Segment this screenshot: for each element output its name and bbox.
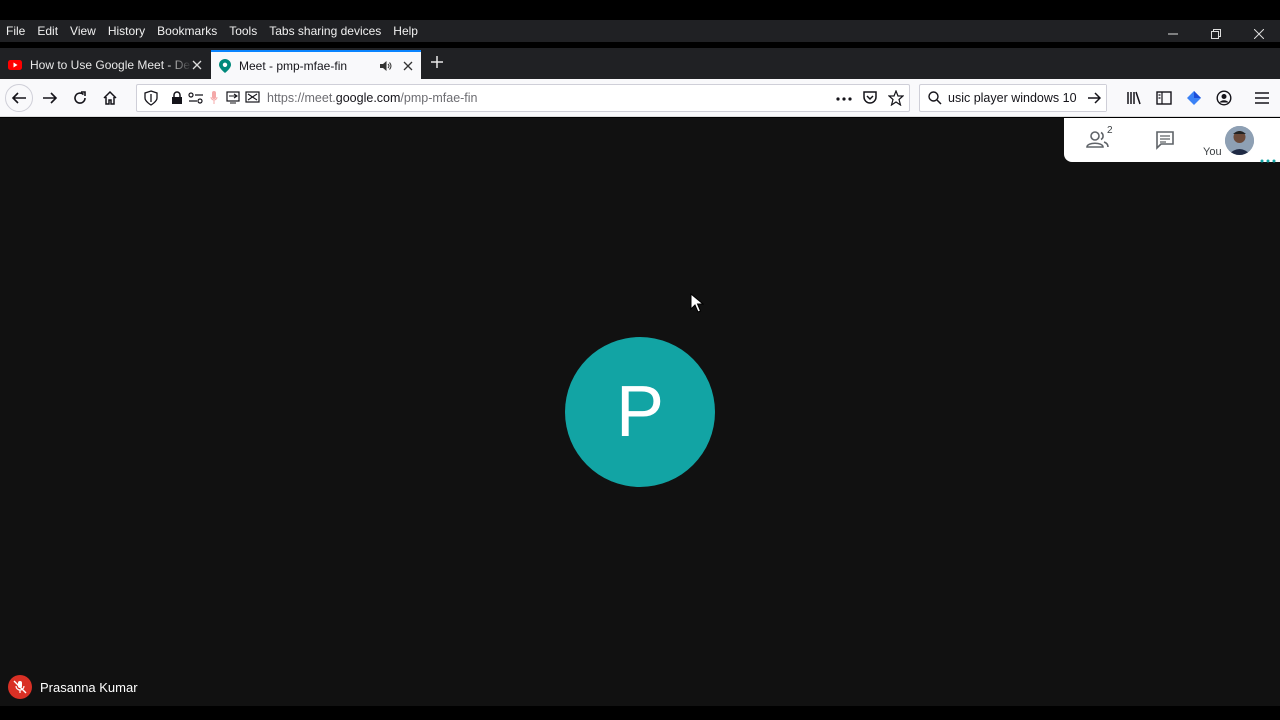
menu-tabs-sharing-devices[interactable]: Tabs sharing devices [263,20,387,42]
menu-view[interactable]: View [64,20,102,42]
menu-file[interactable]: File [0,20,31,42]
library-icon [1127,91,1141,105]
chat-icon [1156,131,1174,150]
account-button[interactable] [1211,86,1237,110]
library-button[interactable] [1121,86,1147,110]
url-prefix: https://meet. [267,91,336,105]
shield-icon[interactable] [144,90,158,106]
tab-bar: How to Use Google Meet - Detailed Meet -… [0,48,1280,79]
close-icon [1253,29,1264,39]
new-tab-button[interactable] [426,51,448,73]
back-arrow-icon [11,92,26,104]
menu-history[interactable]: History [102,20,151,42]
meet-top-panel: 2 You [1064,118,1280,163]
mic-off-badge [8,675,32,699]
star-icon[interactable] [888,90,904,106]
participant-avatar: P [565,337,715,487]
app-menu-button[interactable] [1249,86,1275,110]
back-button[interactable] [5,84,33,112]
self-avatar[interactable] [1225,126,1254,155]
pocket-icon[interactable] [862,90,878,106]
page-actions-icon[interactable] [836,97,852,101]
tab-title: Meet - pmp-mfae-fin [239,58,348,73]
permissions-icon[interactable] [188,91,204,105]
close-tab-icon[interactable] [403,61,413,71]
minimize-icon [1167,33,1178,35]
user-photo-icon [1225,126,1254,155]
search-bar[interactable]: usic player windows 10 [919,84,1107,112]
chat-button[interactable] [1155,130,1175,155]
account-icon [1216,90,1232,106]
close-window-button[interactable] [1237,20,1280,48]
navigation-toolbar: https://meet.google.com/pmp-mfae-fin usi… [0,79,1280,117]
extension-diamond-icon [1187,91,1201,105]
lock-icon[interactable] [171,91,183,105]
more-dots-icon [1260,159,1276,163]
camera-share-icon[interactable] [245,91,261,105]
search-go-button[interactable] [1082,85,1106,111]
arrow-right-icon [1088,92,1101,104]
extension-button[interactable] [1181,86,1207,110]
sidebar-icon [1156,91,1172,105]
self-more-options[interactable] [1260,150,1276,168]
url-path: /pmp-mfae-fin [400,91,478,105]
participant-name: Prasanna Kumar [40,679,138,695]
plus-icon [431,56,443,68]
forward-button[interactable] [37,86,63,110]
participants-button[interactable]: 2 [1086,125,1113,155]
participants-count: 2 [1107,125,1113,136]
close-tab-icon[interactable] [192,60,202,70]
participant-nametag: Prasanna Kumar [8,675,138,699]
menu-bar: File Edit View History Bookmarks Tools T… [0,20,1280,42]
menu-bookmarks[interactable]: Bookmarks [151,20,223,42]
screen-bottom-border [0,706,1280,720]
mic-off-icon [13,680,27,694]
reload-button[interactable] [67,86,93,110]
forward-arrow-icon [43,92,58,104]
menu-edit[interactable]: Edit [31,20,64,42]
home-icon [103,90,117,105]
hamburger-menu-icon [1255,92,1269,104]
mouse-cursor-icon [690,292,705,318]
search-icon [928,91,942,105]
url-domain: google.com [335,91,401,105]
url-text[interactable]: https://meet.google.com/pmp-mfae-fin [267,91,478,105]
self-label: You [1203,146,1222,158]
restore-icon [1210,29,1221,39]
tab-youtube[interactable]: How to Use Google Meet - Detailed [0,50,210,79]
screen-share-icon[interactable] [226,91,242,105]
youtube-icon [8,59,22,70]
google-meet-icon [219,58,231,73]
address-bar[interactable]: https://meet.google.com/pmp-mfae-fin [136,84,910,112]
microphone-icon[interactable] [210,91,218,105]
restore-button[interactable] [1194,20,1237,48]
menu-help[interactable]: Help [387,20,424,42]
search-input[interactable]: usic player windows 10 [948,91,1077,105]
minimize-button[interactable] [1151,20,1194,48]
tab-google-meet[interactable]: Meet - pmp-mfae-fin [211,50,421,79]
tab-title: How to Use Google Meet - Detailed [30,57,192,72]
sidebar-button[interactable] [1151,86,1177,110]
home-button[interactable] [97,86,123,110]
screen-top-border [0,0,1280,20]
speaker-icon[interactable] [379,60,393,72]
window-controls [1151,20,1280,48]
reload-icon [74,91,86,104]
menu-tools[interactable]: Tools [223,20,263,42]
